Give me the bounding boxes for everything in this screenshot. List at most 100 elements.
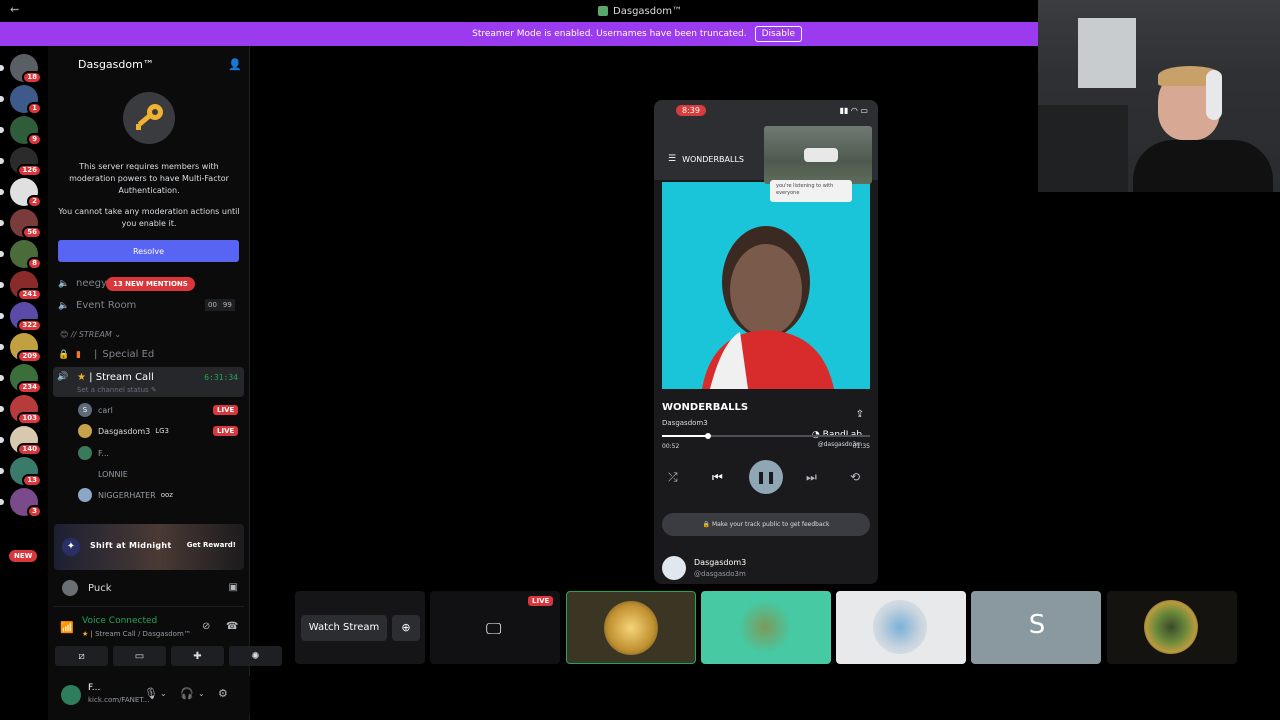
voice-member[interactable]: LONNIE — [78, 466, 128, 482]
watch-stream-button[interactable]: Watch Stream — [301, 615, 387, 641]
channel-label: neegy — [76, 278, 107, 289]
user-count: 00 — [205, 299, 220, 311]
emoji-icon: 😊 — [60, 330, 71, 339]
voice-member[interactable]: NIGGERHATER ooz — [78, 487, 173, 503]
get-reward-button[interactable]: Get Reward! — [187, 541, 236, 549]
unread-pip — [0, 220, 4, 226]
avatar — [873, 600, 927, 654]
track-title: WONDERBALLS — [662, 402, 749, 413]
previous-icon: ⏮ — [712, 470, 723, 484]
participant-tile[interactable] — [1107, 591, 1237, 664]
camera-off-icon[interactable]: ⧄ — [55, 646, 108, 666]
channel-separator: | — [89, 372, 93, 383]
unread-pip — [0, 468, 4, 474]
server-icon[interactable]: 234 — [0, 364, 42, 394]
unread-badge: 234 — [17, 381, 42, 394]
unread-badge: 8 — [27, 257, 42, 270]
unread-badge: 322 — [17, 319, 42, 332]
server-icon[interactable]: 3 — [0, 488, 42, 518]
progress-fill — [662, 435, 708, 437]
voice-member[interactable]: Dasgasdom3 LG3 — [78, 423, 169, 439]
avatar[interactable] — [61, 685, 81, 705]
disconnect-icon[interactable]: ☎ — [226, 621, 238, 632]
unread-badge: 3 — [27, 505, 42, 518]
server-icon[interactable]: 241 — [0, 271, 42, 301]
disable-streamer-mode-button[interactable]: Disable — [754, 26, 802, 42]
share-screen-icon[interactable]: ▭ — [113, 646, 166, 666]
voice-member[interactable]: F... — [78, 445, 109, 461]
voice-channel-name: Stream Call / Dasgasdom™ — [95, 630, 191, 638]
category-label: // STREAM — [70, 330, 112, 339]
profile-handle: @dasgasdo3m — [694, 570, 746, 578]
channel-special-ed[interactable]: 🔒 ▮ | Special Ed — [58, 349, 154, 360]
participant-tile[interactable] — [701, 591, 831, 664]
feedback-pill: 🔒 Make your track public to get feedback — [662, 513, 870, 536]
unread-pip — [0, 96, 4, 102]
activities-icon[interactable]: ✚ — [171, 646, 224, 666]
promo-title: Shift at Midnight — [90, 541, 172, 550]
server-icon[interactable]: 13 — [0, 457, 42, 487]
voice-buttons: ⧄ ▭ ✚ ✺ — [55, 646, 282, 666]
resolve-button[interactable]: Resolve — [58, 240, 239, 262]
speaker-icon: 🔊 — [57, 372, 69, 382]
signal-icon[interactable]: 📶 — [60, 621, 74, 634]
username[interactable]: F... — [88, 683, 100, 693]
server-icon[interactable]: 8 — [0, 240, 42, 270]
channel-status[interactable]: Set a channel status ✎ — [77, 386, 157, 394]
channel-stream-call[interactable]: 🔊 ★ | Stream Call 6:31:34 Set a channel … — [53, 367, 244, 397]
server-icon[interactable]: 103 — [0, 395, 42, 425]
user-status: kick.com/FANET... — [88, 696, 150, 704]
server-icon[interactable]: 322 — [0, 302, 42, 332]
participant-tile[interactable] — [566, 591, 696, 664]
total-time: 01:35 — [852, 443, 870, 450]
chevron-down-icon[interactable]: ⌄ — [160, 689, 167, 698]
game-icon[interactable]: ▣ — [229, 582, 238, 593]
avatar — [1144, 600, 1198, 654]
server-icon[interactable]: 18 — [0, 54, 42, 84]
add-user-icon[interactable]: 👤 — [228, 58, 242, 71]
channel-neegy[interactable]: 🔈 neegy — [58, 278, 107, 289]
soundboard-icon[interactable]: ✺ — [229, 646, 282, 666]
settings-gear-icon[interactable]: ⚙ — [218, 687, 228, 700]
user-limit-badge: 00 99 — [205, 299, 235, 311]
channel-event-room[interactable]: 🔈 Event Room — [58, 300, 136, 311]
banner-message: Streamer Mode is enabled. Usernames have… — [472, 29, 747, 39]
unread-badge: 140 — [17, 443, 42, 456]
headphones-icon[interactable]: 🎧 — [180, 687, 194, 700]
server-icon[interactable]: 209 — [0, 333, 42, 363]
server-icon[interactable]: 126 — [0, 147, 42, 177]
noise-suppression-icon[interactable]: ⊘ — [202, 621, 210, 632]
popout-icon[interactable]: ⊕ — [392, 615, 420, 641]
promo-banner[interactable]: ✦ Shift at Midnight Get Reward! — [54, 524, 244, 570]
avatar — [78, 467, 92, 481]
unread-badge: 241 — [17, 288, 42, 301]
activity-puck[interactable]: Puck ▣ — [54, 572, 244, 604]
avatar — [78, 424, 92, 438]
microphone-icon[interactable]: 🎙 — [144, 687, 158, 700]
category-stream[interactable]: 😊 // STREAM ⌄ — [60, 330, 121, 339]
server-icon[interactable]: 140 — [0, 426, 42, 456]
participant-tile[interactable]: S — [971, 591, 1101, 664]
participant-tile[interactable] — [836, 591, 966, 664]
server-icon[interactable]: 1 — [0, 85, 42, 115]
voice-channel: ★ | Stream Call / Dasgasdom™ — [82, 630, 191, 638]
watch-stream-tile: Watch Stream ⊕ — [295, 591, 425, 664]
avatar — [78, 446, 92, 460]
server-icon[interactable]: 2 — [0, 178, 42, 208]
server-icon[interactable]: 56 — [0, 209, 42, 239]
voice-member[interactable]: Scarl — [78, 402, 113, 418]
unread-pip — [0, 251, 4, 257]
chevron-down-icon[interactable]: ⌄ — [198, 689, 205, 698]
avatar — [738, 600, 792, 654]
new-mentions-pill[interactable]: 13 NEW MENTIONS — [106, 277, 195, 291]
unread-pip — [0, 344, 4, 350]
mfa-warning-text: You cannot take any moderation actions u… — [58, 207, 240, 228]
server-icon[interactable]: 9 — [0, 116, 42, 146]
lock-icon: 🔒 — [702, 521, 712, 528]
screen-share-tile[interactable]: 🖵 LIVE — [430, 591, 560, 664]
back-arrow-icon[interactable]: ⇜ — [10, 3, 19, 16]
unread-badge: 18 — [22, 71, 42, 84]
server-name[interactable]: Dasgasdom™ — [78, 58, 154, 71]
voice-status[interactable]: Voice Connected — [82, 616, 157, 626]
phone-status-icons: ▮▮ ◠ ▭ — [839, 106, 868, 115]
